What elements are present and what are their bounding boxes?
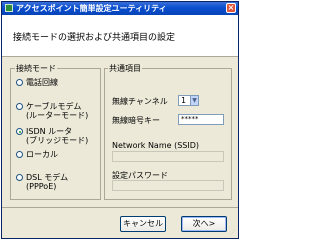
radio-sublabel: (PPPoE) xyxy=(26,182,57,191)
wizard-header: 接続モードの選択および共通項目の設定 xyxy=(2,15,238,57)
radio-label: ISDN ルータ xyxy=(26,127,73,136)
connection-mode-label: 接続モード xyxy=(15,63,57,74)
channel-select[interactable]: 1 ▼ xyxy=(178,95,199,106)
common-settings-label: 共通項目 xyxy=(108,63,142,74)
channel-value: 1 xyxy=(181,96,187,105)
page-title: 接続モードの選択および共通項目の設定 xyxy=(13,33,176,43)
radio-button[interactable] xyxy=(16,128,23,135)
channel-label: 無線チャンネル xyxy=(112,97,168,106)
key-label: 無線暗号キー xyxy=(112,116,160,125)
radio-button[interactable] xyxy=(16,79,23,86)
window-title: アクセスポイント簡単設定ユーティリティ xyxy=(16,4,167,13)
radio-label: ローカル xyxy=(26,150,58,159)
ssid-label: Network Name (SSID) xyxy=(112,141,200,150)
radio-button[interactable] xyxy=(16,151,23,158)
next-button[interactable]: 次へ> xyxy=(181,216,227,232)
radio-sublabel: (ブリッジモード) xyxy=(26,136,89,145)
radio-button[interactable] xyxy=(16,103,23,110)
radio-label: 電話回線 xyxy=(26,78,58,87)
chevron-down-icon[interactable]: ▼ xyxy=(190,96,198,105)
cancel-button[interactable]: キャンセル xyxy=(120,216,166,232)
title-bar[interactable]: アクセスポイント簡単設定ユーティリティ × xyxy=(2,2,238,15)
close-button[interactable]: × xyxy=(226,3,236,13)
app-icon xyxy=(5,4,13,12)
password-input[interactable] xyxy=(112,180,224,191)
radio-label: ケーブルモデム xyxy=(26,102,82,111)
key-input[interactable]: ***** xyxy=(178,114,224,125)
footer-divider xyxy=(2,207,238,208)
radio-label: DSL モデム xyxy=(26,173,69,182)
dialog-window: アクセスポイント簡単設定ユーティリティ × 接続モードの選択および共通項目の設定… xyxy=(1,1,239,239)
resize-grip-icon[interactable]: ⋰ xyxy=(229,229,237,237)
radio-button[interactable] xyxy=(16,174,23,181)
radio-sublabel: (ルーターモード) xyxy=(26,111,89,120)
ssid-input[interactable] xyxy=(112,151,224,162)
